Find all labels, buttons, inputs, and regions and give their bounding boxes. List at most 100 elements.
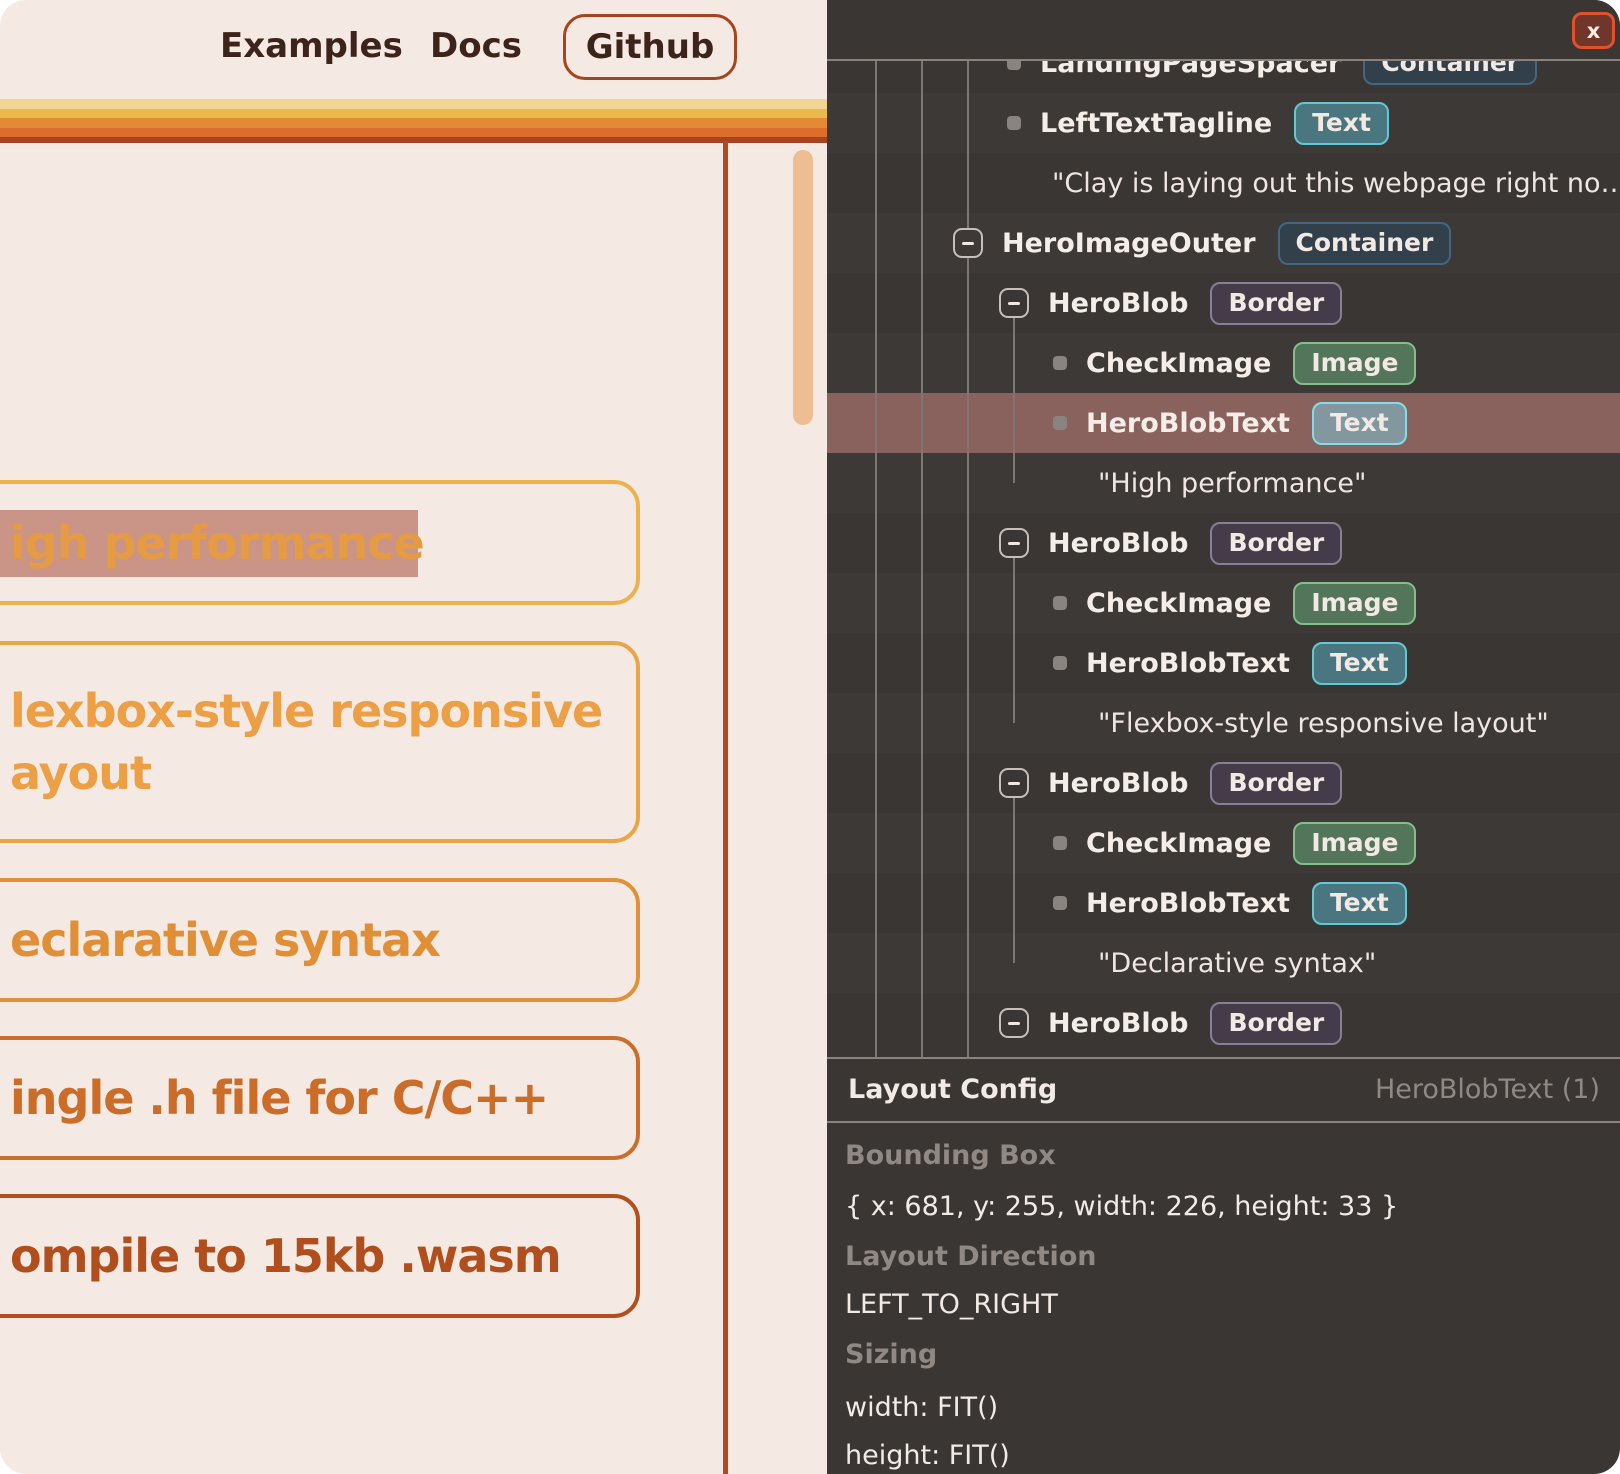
minus-icon — [1008, 302, 1020, 305]
config-separator — [827, 1121, 1620, 1123]
element-type-badge: Image — [1293, 582, 1416, 625]
tree-row-quote[interactable]: "Clay is laying out this webpage right n… — [827, 153, 1620, 213]
feature-box: eclarative syntax — [0, 878, 640, 1002]
collapse-toggle[interactable] — [999, 288, 1029, 318]
element-bullet-icon — [1053, 356, 1067, 370]
element-bullet-icon — [1053, 416, 1067, 430]
tree-guide-line — [875, 59, 877, 1058]
layout-config-title: Layout Config — [848, 1074, 1057, 1105]
tree-row-quote[interactable]: "High performance" — [827, 453, 1620, 513]
element-name: HeroImageOuter — [1002, 228, 1256, 259]
element-name: CheckImage — [1086, 828, 1271, 859]
collapse-toggle[interactable] — [999, 1008, 1029, 1038]
tree-guide-line — [1013, 300, 1015, 483]
tree-row[interactable]: CheckImage Image — [827, 333, 1620, 393]
element-text-content: "Declarative syntax" — [1098, 948, 1376, 979]
header-separator — [827, 59, 1620, 61]
element-name: HeroBlobText — [1086, 888, 1290, 919]
element-bullet-icon — [1007, 116, 1021, 130]
config-property-label: Bounding Box — [845, 1140, 1056, 1171]
collapse-toggle[interactable] — [999, 528, 1029, 558]
minus-icon — [1008, 1022, 1020, 1025]
feature-text: ayout — [10, 742, 636, 804]
config-property-label: Sizing — [845, 1339, 937, 1370]
tree-row[interactable]: HeroImageOuter Container — [827, 213, 1620, 273]
element-name: HeroBlobText — [1086, 408, 1290, 439]
element-type-badge: Container — [1278, 222, 1452, 265]
vertical-divider — [723, 141, 728, 1474]
tree-row[interactable]: HeroBlobText Text — [827, 873, 1620, 933]
element-text-content: "Clay is laying out this webpage right n… — [1052, 168, 1620, 199]
element-text-content: "Flexbox-style responsive layout" — [1098, 708, 1549, 739]
element-name: HeroBlob — [1048, 768, 1188, 799]
element-type-badge: Image — [1293, 822, 1416, 865]
element-name: HeroBlobText — [1086, 648, 1290, 679]
tree-row[interactable]: HeroBlob Border — [827, 993, 1620, 1053]
feature-text: ompile to 15kb .wasm — [10, 1225, 636, 1287]
element-type-badge: Text — [1294, 102, 1389, 145]
clay-debug-panel: LandingPageSpacerContainerLeftTextTaglin… — [827, 0, 1620, 1474]
element-bullet-icon — [1053, 596, 1067, 610]
element-type-badge: Border — [1210, 522, 1342, 565]
config-property-value: LEFT_TO_RIGHT — [845, 1289, 1058, 1320]
tree-row[interactable]: HeroBlob Border — [827, 273, 1620, 333]
element-type-badge: Text — [1312, 642, 1407, 685]
feature-text: eclarative syntax — [10, 909, 636, 971]
element-name: HeroBlob — [1048, 528, 1188, 559]
collapse-toggle[interactable] — [999, 768, 1029, 798]
tree-row[interactable]: CheckImage Image — [827, 813, 1620, 873]
element-name: CheckImage — [1086, 348, 1271, 379]
element-tree: LandingPageSpacerContainerLeftTextTaglin… — [827, 33, 1620, 1053]
element-bullet-icon — [1053, 896, 1067, 910]
tree-guide-line — [1013, 540, 1015, 723]
element-name: CheckImage — [1086, 588, 1271, 619]
tree-row-quote[interactable]: "Declarative syntax" — [827, 933, 1620, 993]
feature-box: ingle .h file for C/C++ — [0, 1036, 640, 1160]
tree-row[interactable]: LeftTextTagline Text — [827, 93, 1620, 153]
tree-guide-line — [1013, 780, 1015, 963]
tree-row[interactable]: CheckImage Image — [827, 573, 1620, 633]
element-name: HeroBlob — [1048, 1008, 1188, 1039]
config-property-value: height: FIT() — [845, 1440, 1010, 1471]
feature-text: lexbox-style responsive — [10, 680, 636, 742]
minus-icon — [1008, 782, 1020, 785]
tree-row-selected[interactable]: HeroBlobText Text — [827, 393, 1620, 453]
tree-row[interactable]: HeroBlob Border — [827, 753, 1620, 813]
feature-box: lexbox-style responsiveayout — [0, 641, 640, 843]
minus-icon — [962, 242, 974, 245]
element-type-badge: Border — [1210, 282, 1342, 325]
feature-box: igh performance — [0, 480, 640, 605]
tree-guide-line — [921, 59, 923, 1058]
tree-row-quote[interactable]: "Flexbox-style responsive layout" — [827, 693, 1620, 753]
feature-text: ingle .h file for C/C++ — [10, 1067, 636, 1129]
config-property-value: width: FIT() — [845, 1392, 998, 1423]
tree-config-separator — [827, 1057, 1620, 1059]
config-property-value: { x: 681, y: 255, width: 226, height: 33… — [845, 1191, 1398, 1222]
collapse-toggle[interactable] — [953, 228, 983, 258]
selected-element-label: HeroBlobText (1) — [1375, 1074, 1600, 1105]
tree-row[interactable]: HeroBlobText Text — [827, 633, 1620, 693]
element-text-content: "High performance" — [1098, 468, 1366, 499]
element-name: LeftTextTagline — [1040, 108, 1272, 139]
element-type-badge: Image — [1293, 342, 1416, 385]
tree-row[interactable]: HeroBlob Border — [827, 513, 1620, 573]
nav-link-examples[interactable]: Examples — [220, 26, 403, 66]
debug-panel-header — [827, 0, 1620, 59]
element-type-badge: Text — [1312, 402, 1407, 445]
close-button[interactable]: x — [1572, 12, 1615, 49]
page: Examples Docs Github igh performance lexb… — [0, 0, 1620, 1474]
element-bullet-icon — [1053, 836, 1067, 850]
nav-link-docs[interactable]: Docs — [430, 26, 522, 66]
element-type-badge: Border — [1210, 762, 1342, 805]
feature-box: ompile to 15kb .wasm — [0, 1194, 640, 1318]
element-type-badge: Border — [1210, 1002, 1342, 1045]
config-property-label: Layout Direction — [845, 1241, 1097, 1272]
tree-guide-line — [967, 59, 969, 1058]
minus-icon — [1008, 542, 1020, 545]
element-type-badge: Text — [1312, 882, 1407, 925]
scrollbar-thumb[interactable] — [793, 150, 813, 425]
github-button[interactable]: Github — [563, 14, 737, 80]
element-bullet-icon — [1053, 656, 1067, 670]
feature-text: igh performance — [10, 512, 636, 574]
element-name: HeroBlob — [1048, 288, 1188, 319]
